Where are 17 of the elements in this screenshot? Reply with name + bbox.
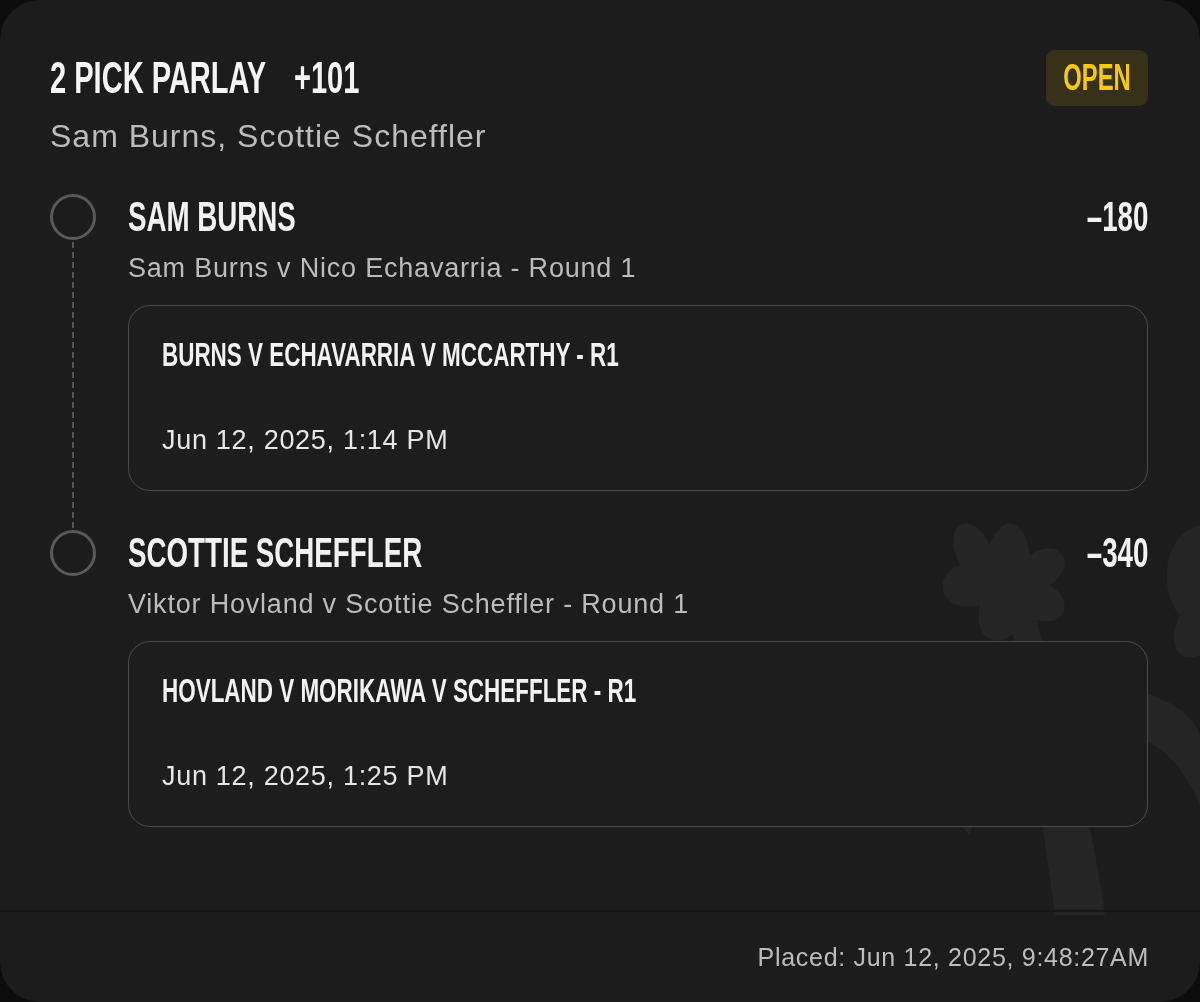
- event-name: Sam Burns v Nico Echavarria - Round 1: [128, 252, 638, 285]
- selection-name: SCOTTIE SCHEFFLER: [128, 530, 423, 576]
- start-time: Jun 12, 2025, 1:25 PM: [162, 760, 450, 793]
- status-badge: OPEN: [1046, 50, 1148, 106]
- selection-odds: –180: [1086, 194, 1148, 240]
- bet-title: 2 PICK PARLAY: [50, 52, 267, 104]
- picks-summary: Sam Burns, Scottie Scheffler: [50, 117, 488, 156]
- timeline-circle-icon: [50, 194, 96, 240]
- market-name: BURNS V ECHAVARRIA V MCCARTHY - R1: [162, 334, 619, 374]
- event-name: Viktor Hovland v Scottie Scheffler - Round 1: [128, 588, 690, 621]
- market-name: HOVLAND V MORIKAWA V SCHEFFLER - R1: [162, 670, 637, 710]
- bet-odds: +101: [293, 52, 360, 104]
- start-time: Jun 12, 2025, 1:14 PM: [162, 424, 450, 457]
- selection-odds: –340: [1086, 530, 1148, 576]
- placed-timestamp: Placed: Jun 12, 2025, 9:48:27AM: [757, 942, 1149, 972]
- timeline-circle-icon: [50, 530, 96, 576]
- selection-name: SAM BURNS: [128, 194, 296, 240]
